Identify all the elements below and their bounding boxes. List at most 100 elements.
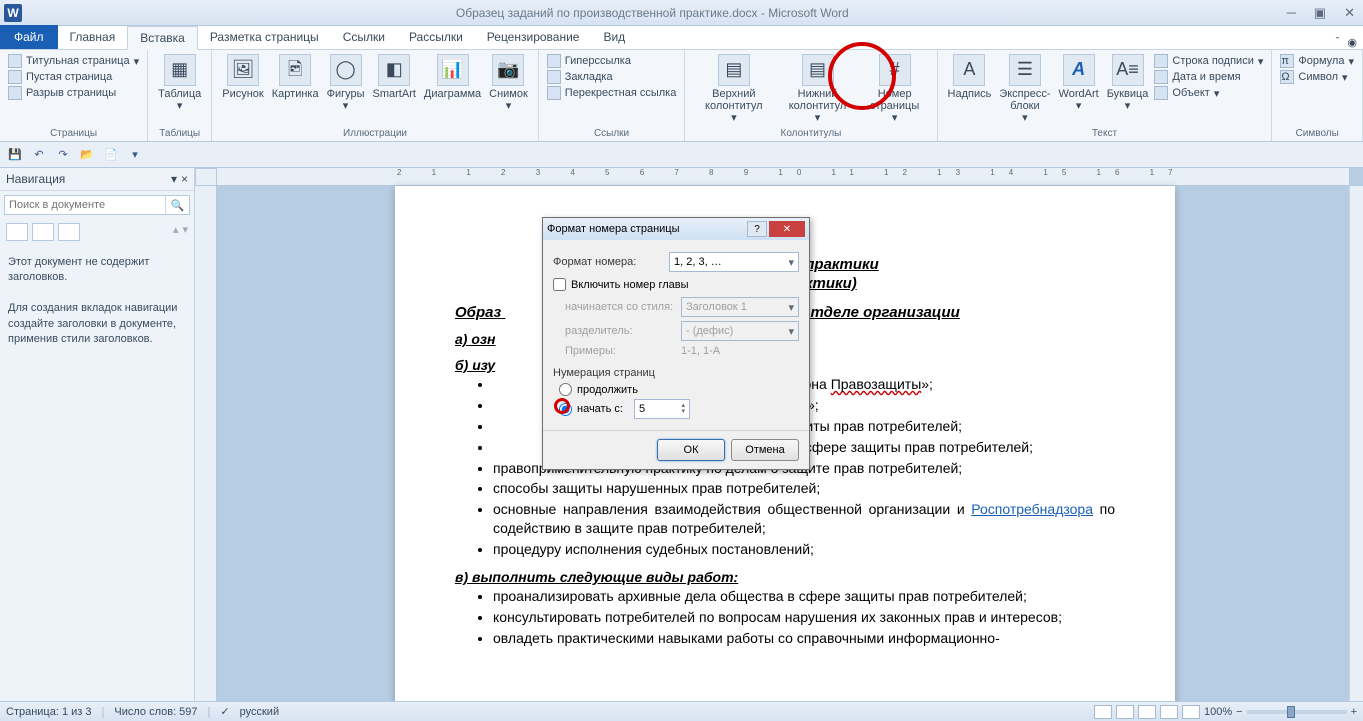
textbox-button[interactable]: AНадпись <box>944 52 996 102</box>
zoom-out-button[interactable]: − <box>1236 706 1242 718</box>
proofing-icon[interactable]: ✓ <box>220 705 229 718</box>
separator-label: разделитель: <box>565 325 675 337</box>
page-number-format-dialog: Формат номера страницы ? ✕ Формат номера… <box>542 217 810 470</box>
dropcap-icon: A≡ <box>1112 54 1144 86</box>
equation-button[interactable]: πФормула ▾ <box>1280 54 1354 68</box>
datetime-button[interactable]: Дата и время <box>1154 70 1263 84</box>
view-fullscreen[interactable] <box>1116 705 1134 719</box>
separator-combo: - (дефис)▾ <box>681 321 799 341</box>
cover-page-button[interactable]: Титульная страница ▾ <box>8 54 139 68</box>
group-label: Страницы <box>6 126 141 141</box>
nav-prev-icon[interactable]: ▴ <box>173 223 179 241</box>
page-break-button[interactable]: Разрыв страницы <box>8 86 139 100</box>
view-draft[interactable] <box>1182 705 1200 719</box>
examples-value: 1-1, 1-A <box>681 345 720 357</box>
datetime-icon <box>1154 70 1168 84</box>
minimize-button[interactable]: ─ <box>1283 5 1300 21</box>
blank-page-button[interactable]: Пустая страница <box>8 70 139 84</box>
nav-menu-icon[interactable]: ▾ <box>171 172 177 186</box>
start-at-radio[interactable] <box>559 403 572 416</box>
header-icon: ▤ <box>718 54 750 86</box>
include-chapter-checkbox[interactable] <box>553 278 566 291</box>
status-word-count[interactable]: Число слов: 597 <box>114 706 197 718</box>
hyperlink-button[interactable]: Гиперссылка <box>547 54 677 68</box>
footer-button[interactable]: ▤Нижний колонтитул▾ <box>776 52 858 126</box>
tab-home[interactable]: Главная <box>58 25 128 49</box>
symbol-button[interactable]: ΩСимвол ▾ <box>1280 70 1354 84</box>
nav-view-headings[interactable] <box>6 223 28 241</box>
nav-search-input[interactable] <box>5 196 165 214</box>
picture-button[interactable]: 🖼Рисунок <box>218 52 268 102</box>
object-button[interactable]: Объект ▾ <box>1154 86 1263 100</box>
view-print-layout[interactable] <box>1094 705 1112 719</box>
crossref-button[interactable]: Перекрестная ссылка <box>547 86 677 100</box>
screenshot-button[interactable]: 📷Снимок▾ <box>485 52 532 114</box>
tab-mailings[interactable]: Рассылки <box>397 25 475 49</box>
header-button[interactable]: ▤Верхний колонтитул▾ <box>691 52 776 126</box>
start-at-spinner[interactable]: 5▴▾ <box>634 399 690 419</box>
tab-layout[interactable]: Разметка страницы <box>198 25 331 49</box>
close-window-button[interactable]: ✕ <box>1340 5 1359 21</box>
smartart-button[interactable]: ◧SmartArt <box>369 52 420 102</box>
tab-file[interactable]: Файл <box>0 25 58 49</box>
dialog-help-button[interactable]: ? <box>747 221 767 237</box>
zoom-in-button[interactable]: + <box>1351 706 1357 718</box>
table-button[interactable]: ▦Таблица▾ <box>154 52 205 114</box>
vertical-ruler[interactable] <box>195 186 217 701</box>
tab-insert[interactable]: Вставка <box>127 26 198 50</box>
group-label: Ссылки <box>545 126 679 141</box>
view-outline[interactable] <box>1160 705 1178 719</box>
chart-button[interactable]: 📊Диаграмма <box>420 52 485 102</box>
ruler-corner[interactable] <box>195 168 217 186</box>
dialog-close-button[interactable]: ✕ <box>769 221 805 237</box>
cancel-button[interactable]: Отмена <box>731 439 799 461</box>
nav-next-icon[interactable]: ▾ <box>182 223 188 241</box>
continue-radio[interactable] <box>559 383 572 396</box>
nav-empty-hint: Для создания вкладок навигации создайте … <box>8 301 186 347</box>
ok-button[interactable]: ОК <box>657 439 725 461</box>
save-button[interactable]: 💾 <box>6 146 24 164</box>
status-page[interactable]: Страница: 1 из 3 <box>6 706 92 718</box>
ribbon-minimize-icon[interactable]: ˆ <box>1336 36 1340 49</box>
view-web[interactable] <box>1138 705 1156 719</box>
symbol-icon: Ω <box>1280 70 1294 84</box>
tab-view[interactable]: Вид <box>591 25 637 49</box>
ribbon-tabs: Файл Главная Вставка Разметка страницы С… <box>0 26 1363 50</box>
format-combo[interactable]: 1, 2, 3, …▾ <box>669 252 799 272</box>
page-number-button[interactable]: #Номер страницы▾ <box>859 52 931 126</box>
document-area: 2 1 1 2 3 4 5 6 7 8 9 10 11 12 13 14 15 … <box>195 168 1363 701</box>
horizontal-ruler[interactable]: 2 1 1 2 3 4 5 6 7 8 9 10 11 12 13 14 15 … <box>217 168 1349 186</box>
wordart-button[interactable]: AWordArt▾ <box>1055 52 1103 114</box>
window-title: Образец заданий по производственной прак… <box>22 6 1283 20</box>
chapter-style-combo: Заголовок 1▾ <box>681 297 799 317</box>
screenshot-icon: 📷 <box>492 54 524 86</box>
nav-view-pages[interactable] <box>32 223 54 241</box>
qat-btn-new[interactable]: 📄 <box>102 146 120 164</box>
tab-references[interactable]: Ссылки <box>331 25 397 49</box>
vertical-scrollbar[interactable] <box>1349 186 1363 701</box>
status-zoom[interactable]: 100% <box>1204 706 1232 718</box>
bookmark-button[interactable]: Закладка <box>547 70 677 84</box>
group-links: Гиперссылка Закладка Перекрестная ссылка… <box>539 50 686 141</box>
status-language[interactable]: русский <box>240 706 279 718</box>
redo-button[interactable]: ↷ <box>54 146 72 164</box>
nav-view-results[interactable] <box>58 223 80 241</box>
quickparts-button[interactable]: ☰Экспресс-блоки▾ <box>995 52 1054 126</box>
nav-search[interactable]: 🔍 <box>4 195 190 215</box>
maximize-button[interactable]: ▣ <box>1310 5 1330 21</box>
crossref-icon <box>547 86 561 100</box>
help-icon[interactable]: ◉ <box>1347 36 1357 49</box>
clipart-button[interactable]: 🖻Картинка <box>268 52 323 102</box>
tab-review[interactable]: Рецензирование <box>475 25 592 49</box>
qat-btn-open[interactable]: 📂 <box>78 146 96 164</box>
dropcap-button[interactable]: A≡Буквица▾ <box>1103 52 1153 114</box>
undo-button[interactable]: ↶ <box>30 146 48 164</box>
shapes-button[interactable]: ◯Фигуры▾ <box>323 52 369 114</box>
group-label: Таблицы <box>154 126 205 141</box>
clipart-icon: 🖻 <box>279 54 311 86</box>
zoom-slider[interactable] <box>1247 710 1347 714</box>
search-icon[interactable]: 🔍 <box>165 196 189 214</box>
qat-customize[interactable]: ▾ <box>126 146 144 164</box>
signature-line-button[interactable]: Строка подписи ▾ <box>1154 54 1263 68</box>
nav-close-button[interactable]: × <box>181 172 188 186</box>
